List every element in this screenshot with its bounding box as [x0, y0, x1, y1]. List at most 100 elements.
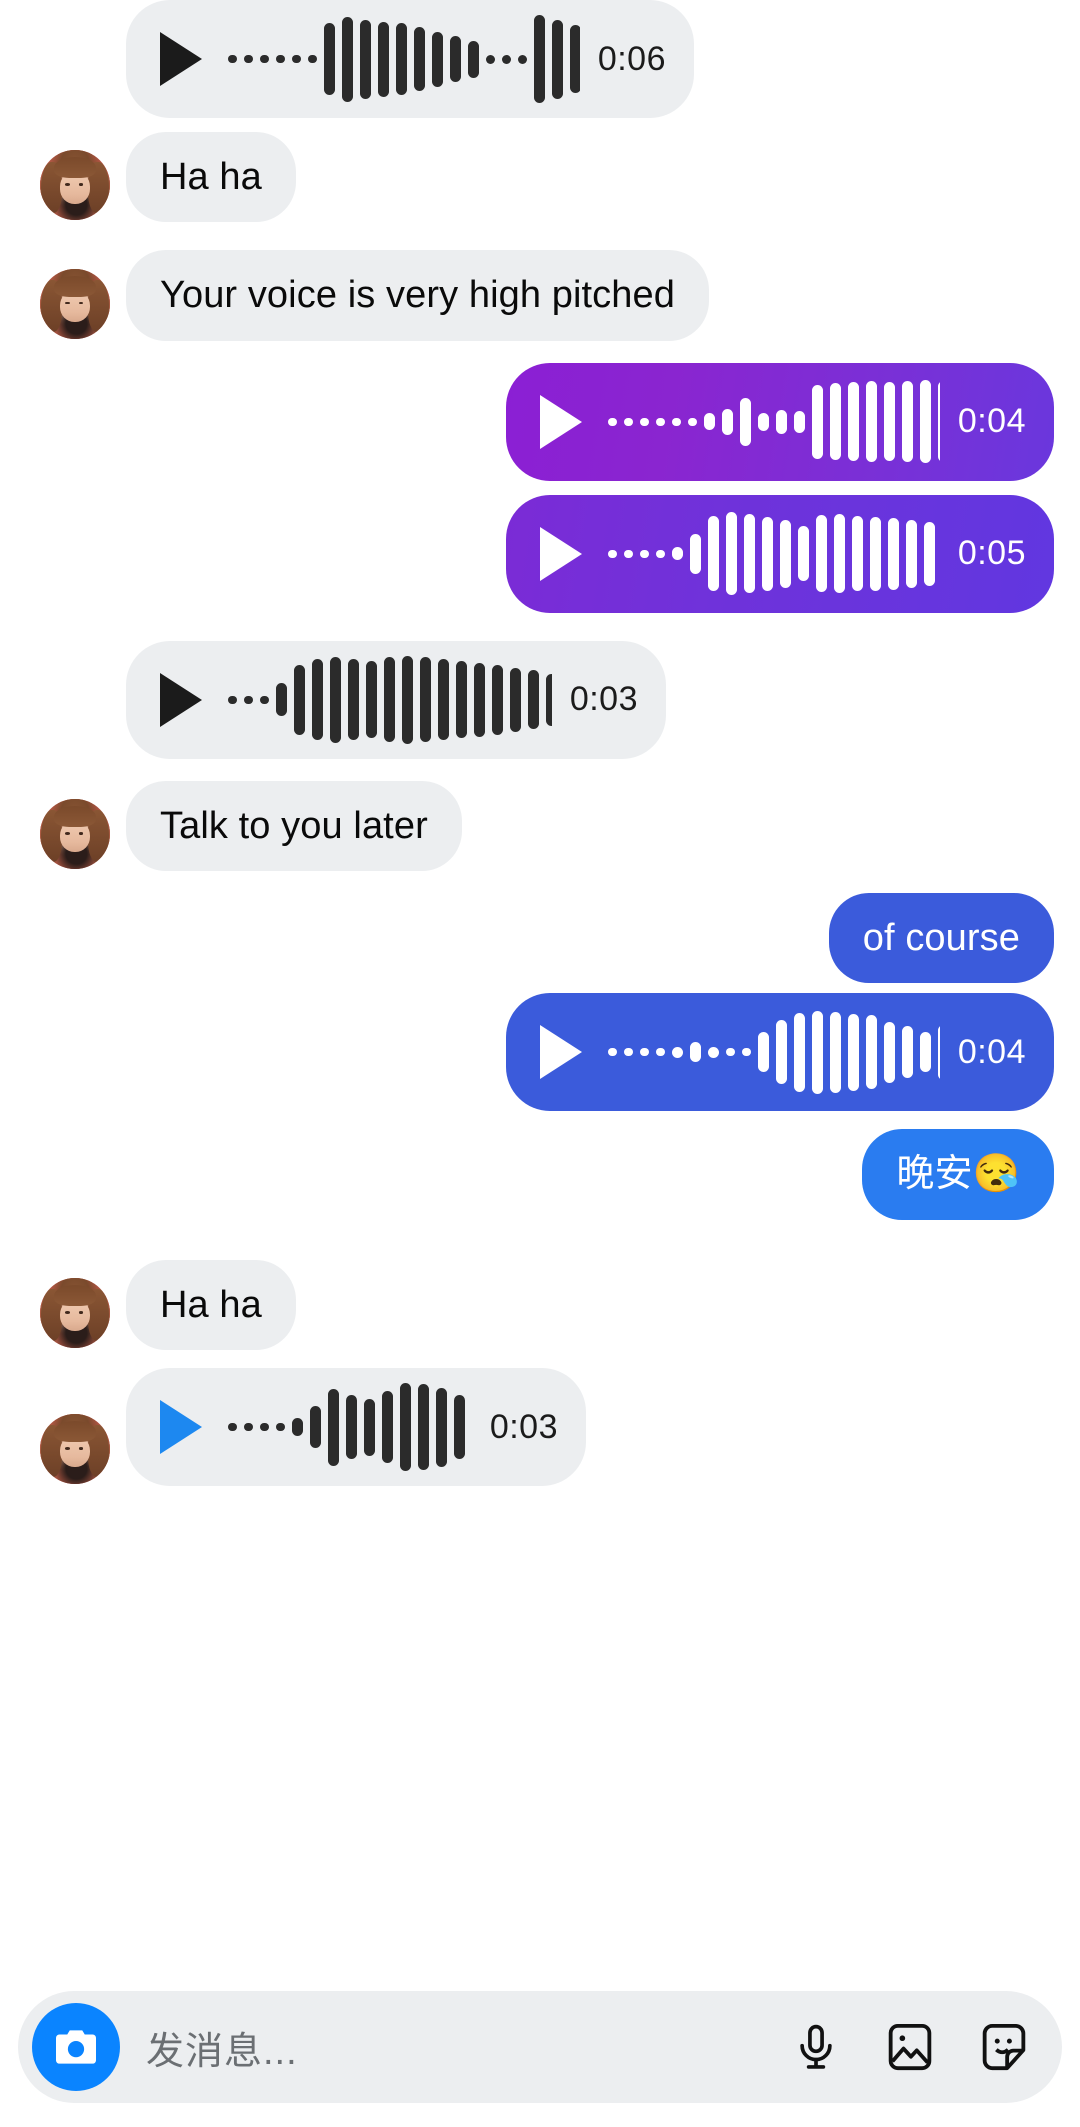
avatar-image: [54, 806, 96, 828]
waveform-bar: [816, 515, 827, 593]
voice-duration: 0:06: [597, 39, 666, 78]
waveform-bar: [920, 380, 931, 464]
image-button[interactable]: [882, 2019, 938, 2075]
message-row: 0:06: [0, 0, 1080, 118]
waveform-bar: [866, 1015, 877, 1090]
incoming-voice-bubble[interactable]: 0:03: [126, 640, 666, 759]
waveform-bar: [456, 661, 467, 739]
message-text: of course: [862, 917, 1020, 960]
play-icon[interactable]: [160, 672, 202, 727]
waveform-bar: [938, 381, 940, 463]
microphone-button[interactable]: [788, 2019, 844, 2075]
play-icon[interactable]: [540, 1025, 582, 1080]
audio-waveform[interactable]: [608, 363, 940, 481]
waveform-bar: [396, 23, 407, 95]
avatar-image: [78, 1447, 84, 1450]
waveform-bar: [776, 1020, 787, 1085]
waveform-bar: [830, 1011, 841, 1093]
waveform-bar: [672, 547, 683, 561]
audio-waveform[interactable]: [228, 1368, 472, 1486]
waveform-bar: [244, 695, 253, 704]
waveform-bar: [758, 1032, 769, 1073]
waveform-bar: [570, 25, 580, 93]
play-icon[interactable]: [160, 32, 202, 86]
message-row: 0:04: [0, 993, 1080, 1112]
incoming-voice-bubble[interactable]: 0:03: [126, 1368, 586, 1487]
waveform-bar: [624, 549, 633, 558]
audio-waveform[interactable]: [608, 495, 940, 613]
waveform-bar: [884, 1021, 895, 1083]
avatar-image: [54, 157, 96, 179]
waveform-bar: [502, 54, 511, 64]
waveform-bar: [438, 659, 449, 741]
outgoing-voice-bubble[interactable]: 0:04: [506, 993, 1054, 1112]
waveform-bar: [534, 15, 545, 103]
incoming-voice-bubble[interactable]: 0:06: [126, 0, 694, 118]
waveform-bar: [902, 1026, 913, 1079]
message-thread[interactable]: 0:06 Ha ha Your voice is very high pitched…: [0, 0, 1080, 2127]
audio-waveform[interactable]: [228, 641, 552, 759]
waveform-bar: [852, 516, 863, 592]
play-icon[interactable]: [540, 526, 582, 581]
message-text: 晚安😪: [896, 1153, 1020, 1196]
waveform-bar: [640, 417, 649, 426]
voice-duration: 0:04: [957, 402, 1026, 441]
incoming-text-bubble[interactable]: Ha ha: [126, 1259, 296, 1351]
waveform-bar: [708, 1046, 719, 1058]
incoming-text-bubble[interactable]: Ha ha: [126, 132, 296, 223]
sticker-button[interactable]: [976, 2019, 1032, 2075]
outgoing-voice-bubble[interactable]: 0:04: [506, 362, 1054, 481]
waveform-bar: [436, 1387, 447, 1467]
waveform-bar: [704, 413, 715, 431]
camera-button[interactable]: [32, 2003, 120, 2091]
waveform-bar: [794, 410, 805, 433]
waveform-bar: [848, 1013, 859, 1091]
incoming-text-bubble[interactable]: Your voice is very high pitched: [126, 250, 709, 341]
message-row: 0:04: [0, 362, 1080, 481]
waveform-bar: [924, 521, 935, 586]
waveform-bar: [346, 1395, 357, 1460]
message-row: of course: [0, 893, 1080, 984]
avatar[interactable]: [40, 799, 110, 870]
avatar[interactable]: [40, 150, 110, 221]
waveform-bar: [492, 664, 503, 735]
waveform-bar: [402, 655, 413, 744]
waveform-bar: [418, 1384, 429, 1471]
play-icon[interactable]: [160, 1400, 202, 1455]
message-composer[interactable]: 发消息...: [18, 1991, 1062, 2103]
waveform-bar: [552, 19, 563, 99]
waveform-bar: [888, 517, 899, 590]
waveform-bar: [742, 1048, 751, 1057]
outgoing-text-bubble[interactable]: 晚安😪: [862, 1129, 1054, 1220]
outgoing-text-bubble[interactable]: of course: [828, 893, 1054, 984]
waveform-bar: [866, 381, 877, 463]
waveform-bar: [812, 1010, 823, 1094]
voice-duration: 0:03: [569, 680, 638, 719]
waveform-bar: [608, 1048, 617, 1057]
outgoing-voice-bubble[interactable]: 0:05: [506, 494, 1054, 613]
camera-icon: [56, 2030, 96, 2064]
waveform-bar: [758, 412, 769, 431]
audio-waveform[interactable]: [608, 993, 940, 1111]
sticker-icon: [982, 2023, 1026, 2071]
waveform-bar: [884, 382, 895, 462]
waveform-bar: [672, 417, 681, 426]
avatar[interactable]: [40, 1278, 110, 1349]
waveform-bar: [726, 512, 737, 596]
waveform-bar: [420, 657, 431, 743]
incoming-text-bubble[interactable]: Talk to you later: [126, 780, 462, 872]
waveform-bar: [780, 519, 791, 588]
message-row: 晚安😪: [0, 1129, 1080, 1220]
avatar[interactable]: [40, 1414, 110, 1485]
audio-waveform[interactable]: [228, 0, 580, 118]
avatar[interactable]: [40, 268, 110, 339]
message-text: Your voice is very high pitched: [160, 274, 675, 317]
waveform-bar: [276, 55, 285, 63]
play-icon[interactable]: [540, 394, 582, 449]
waveform-bar: [474, 662, 485, 737]
waveform-bar: [468, 40, 479, 78]
waveform-bar: [454, 1395, 465, 1460]
message-text: Ha ha: [160, 156, 262, 198]
message-input[interactable]: 发消息...: [146, 2020, 788, 2075]
voice-duration: 0:04: [957, 1032, 1026, 1071]
